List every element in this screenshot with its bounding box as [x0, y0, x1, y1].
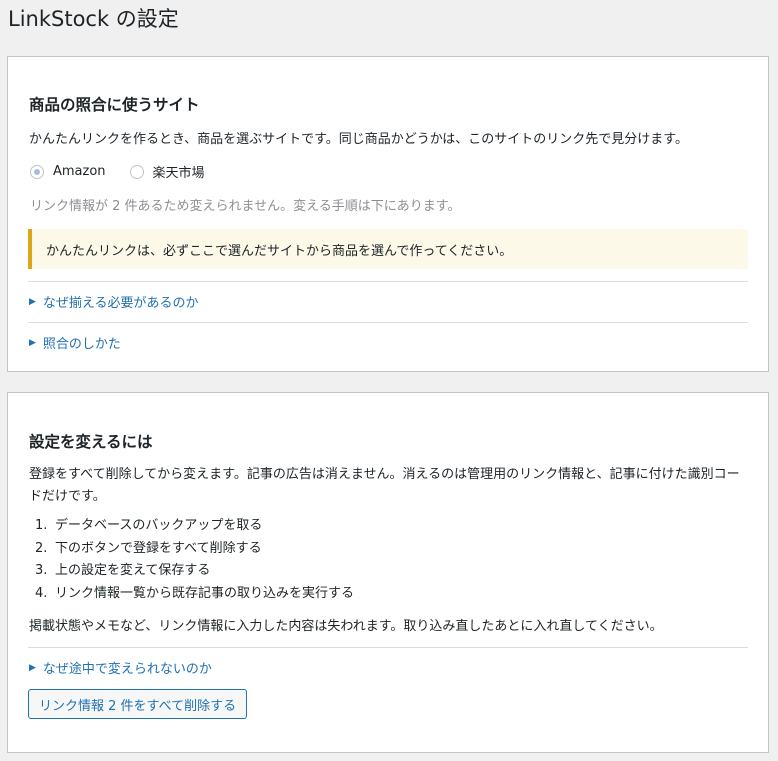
site-section-title: 商品の照合に使うサイト — [29, 96, 200, 114]
toggle-why-locked-label: なぜ途中で変えられないのか — [42, 662, 212, 677]
notice-box: かんたんリンクは、必ずここで選んだサイトから商品を選んで作ってください。 — [28, 229, 748, 269]
page-title: LinkStock の設定 — [8, 7, 179, 31]
change-settings-card: 設定を変えるには 登録をすべて削除してから変えます。記事の広告は消えません。消え… — [7, 392, 769, 753]
radio-rakuten[interactable] — [129, 164, 144, 179]
triangle-right-icon: ▶ — [29, 662, 36, 673]
toggle-why-locked[interactable]: ▶ なぜ途中で変えられないのか — [29, 658, 212, 677]
change-section-description: 登録をすべて削除してから変えます。記事の広告は消えません。消えるのは管理用のリン… — [29, 467, 740, 504]
list-item: 1. データベースのバックアップを取る — [35, 518, 263, 533]
toggle-matching-method[interactable]: ▶ 照合のしかた — [29, 333, 121, 352]
site-section-description: かんたんリンクを作るとき、商品を選ぶサイトです。同じ商品かどうかは、このサイトの… — [29, 132, 688, 147]
site-settings-card: 商品の照合に使うサイト かんたんリンクを作るとき、商品を選ぶサイトです。同じ商品… — [7, 56, 769, 372]
list-item: 3. 上の設定を変えて保存する — [35, 563, 211, 578]
steps-list: 1. データベースのバックアップを取る 2. 下のボタンで登録をすべて削除する 3.… — [29, 515, 354, 605]
change-section-title: 設定を変えるには — [29, 433, 153, 451]
divider — [28, 322, 748, 323]
delete-all-links-button[interactable]: リンク情報 2 件をすべて削除する — [28, 689, 248, 719]
notice-text: かんたんリンクは、必ずここで選んだサイトから商品を選んで作ってください。 — [46, 243, 513, 259]
toggle-matching-method-label: 照合のしかた — [42, 337, 121, 352]
divider — [28, 647, 748, 648]
toggle-why-align-label: なぜ揃える必要があるのか — [42, 296, 199, 311]
locked-note: リンク情報が 2 件あるため変えられません。変える手順は下にあります。 — [30, 199, 461, 214]
radio-amazon-label[interactable]: Amazon — [53, 164, 106, 179]
divider — [28, 281, 748, 282]
list-item: 4. リンク情報一覧から既存記事の取り込みを実行する — [35, 585, 355, 601]
radio-rakuten-label[interactable]: 楽天市場 — [153, 162, 205, 181]
radio-amazon[interactable] — [30, 164, 44, 179]
data-loss-warning: 掲載状態やメモなど、リンク情報に入力した内容は失われます。取り込み直したあとに入… — [29, 619, 663, 634]
site-radio-group: Amazon 楽天市場 — [30, 162, 229, 181]
toggle-why-align[interactable]: ▶ なぜ揃える必要があるのか — [29, 292, 199, 311]
triangle-right-icon: ▶ — [29, 296, 36, 307]
triangle-right-icon: ▶ — [29, 337, 36, 348]
list-item: 2. 下のボタンで登録をすべて削除する — [35, 540, 262, 556]
